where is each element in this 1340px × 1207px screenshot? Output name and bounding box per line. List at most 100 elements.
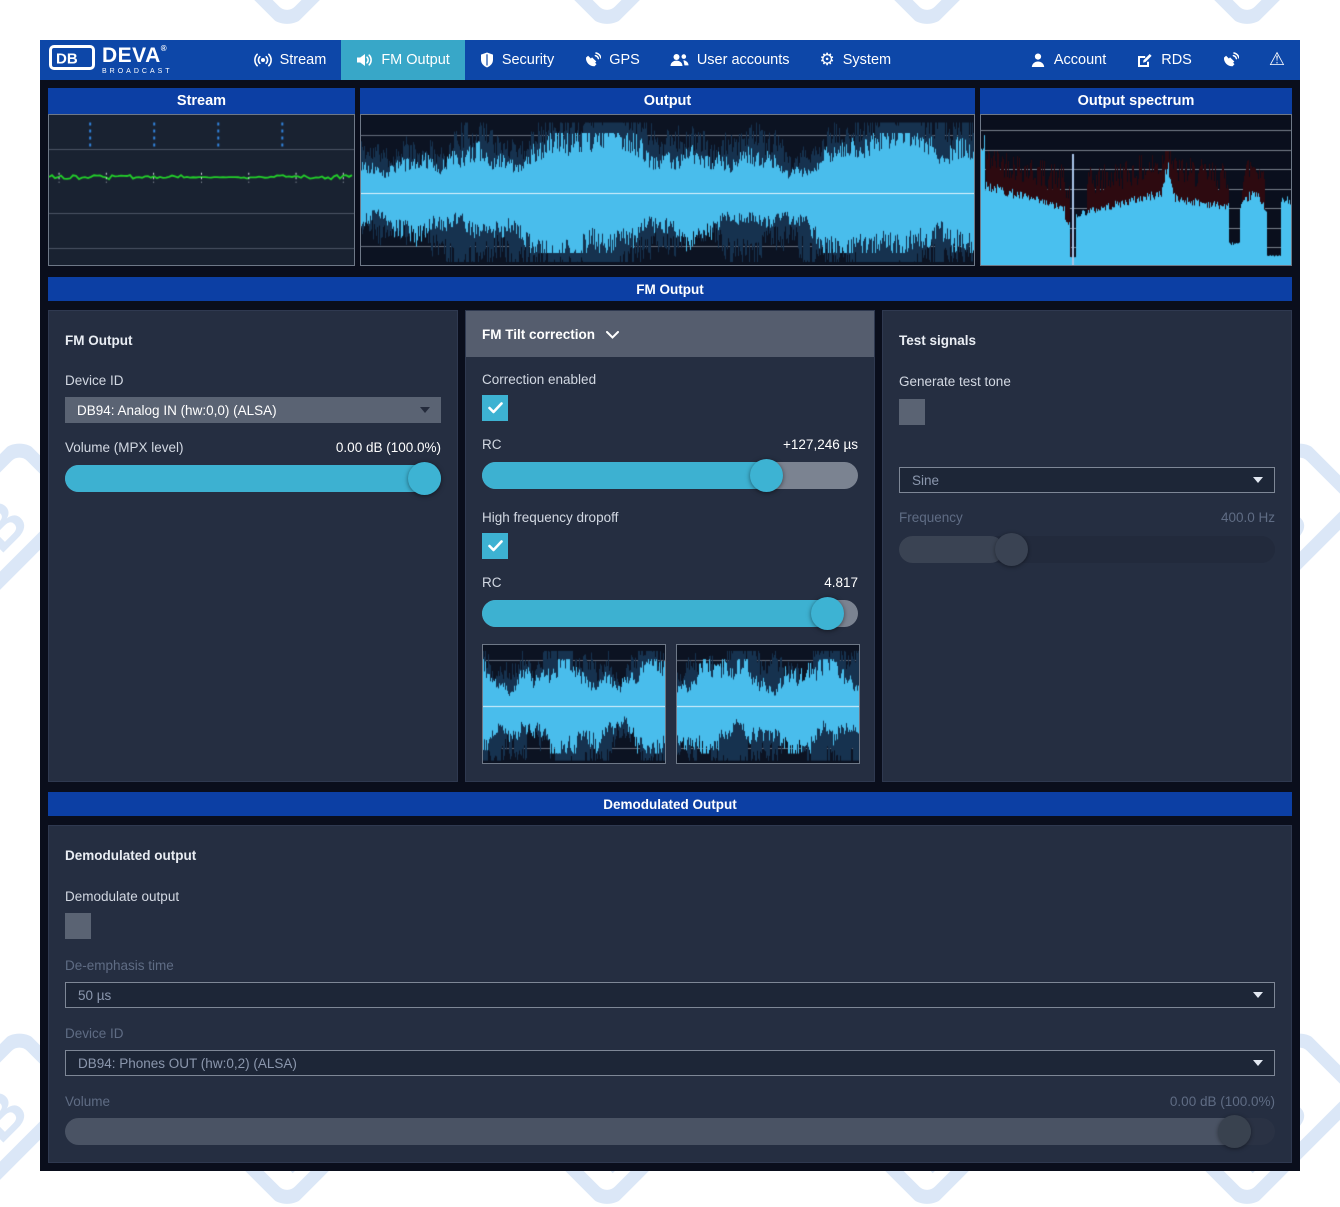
nav-item-user-accounts[interactable]: User accounts: [655, 40, 805, 80]
svg-text:DB: DB: [56, 51, 78, 68]
warning-icon: ⚠: [1268, 49, 1285, 70]
shield-icon: [480, 52, 494, 68]
chevron-down-icon: [420, 407, 430, 413]
nav-item-satellite[interactable]: [1207, 40, 1254, 80]
demod-volume-slider-fill: [65, 1118, 1251, 1145]
rc1-value: +127,246 µs: [783, 437, 858, 452]
broadcast-icon: [253, 52, 272, 68]
nav-item-stream[interactable]: Stream: [239, 40, 342, 80]
panel-title: Test signals: [899, 333, 977, 348]
spectrum-chart-canvas: [980, 114, 1292, 266]
nav-item-alerts[interactable]: ⚠: [1254, 40, 1300, 80]
waveform-value: Sine: [912, 472, 940, 488]
demodulate-output-label: Demodulate output: [65, 889, 180, 904]
demodulate-output-checkbox[interactable]: [65, 913, 91, 939]
tilt-preview-left-canvas: [482, 644, 666, 764]
demodulated-output-panel: Demodulated output Demodulate output De-…: [48, 825, 1292, 1163]
nav-item-fm-output[interactable]: FM Output: [341, 40, 465, 80]
panel-title: FM Output: [65, 333, 133, 348]
correction-enabled-checkbox[interactable]: [482, 395, 508, 421]
nav-item-label: RDS: [1161, 52, 1192, 68]
chevron-down-icon: [606, 327, 620, 342]
spectrum-chart-panel: Output spectrum: [980, 88, 1292, 266]
frequency-slider: [899, 533, 1275, 566]
frequency-slider-fill: [899, 536, 1005, 563]
rc1-slider-handle[interactable]: [749, 459, 783, 492]
rc2-value: 4.817: [824, 575, 858, 590]
edit-icon: [1136, 52, 1153, 68]
person-icon: [1030, 52, 1046, 68]
dropoff-checkbox[interactable]: [482, 533, 508, 559]
dropoff-label: High frequency dropoff: [482, 510, 619, 525]
deemphasis-label: De-emphasis time: [65, 958, 174, 973]
nav-item-gps[interactable]: GPS: [569, 40, 655, 80]
stream-chart-panel: Stream: [48, 88, 355, 266]
volume-label: Volume (MPX level): [65, 440, 184, 455]
nav-item-label: FM Output: [381, 52, 450, 68]
rc1-slider[interactable]: [482, 459, 858, 492]
demod-volume-value: 0.00 dB (100.0%): [1169, 1094, 1275, 1109]
output-chart-title: Output: [360, 88, 975, 114]
demod-volume-slider-handle: [1218, 1115, 1252, 1148]
fm-output-panels-row: FM Output Device ID DB94: Analog IN (hw:…: [48, 310, 1292, 782]
nav-item-label: Security: [501, 52, 555, 68]
fm-output-panel: FM Output Device ID DB94: Analog IN (hw:…: [48, 310, 458, 782]
nav-right: Account RDS ⚠: [1015, 40, 1300, 80]
section-bar-fm-output: FM Output: [48, 277, 1292, 301]
frequency-value: 400.0 Hz: [1220, 510, 1275, 525]
nav-item-account[interactable]: Account: [1015, 40, 1121, 80]
fm-tilt-correction-title: FM Tilt correction: [482, 326, 596, 342]
demod-volume-slider: [65, 1115, 1275, 1148]
speaker-icon: [356, 52, 373, 68]
rc1-label: RC: [482, 437, 502, 452]
correction-enabled-label: Correction enabled: [482, 372, 597, 387]
generate-test-tone-checkbox[interactable]: [899, 399, 925, 425]
volume-slider-fill: [65, 465, 441, 492]
nav-item-label: Account: [1053, 52, 1107, 68]
volume-slider-handle[interactable]: [408, 462, 441, 495]
brand-subtitle: BROADCAST: [102, 68, 173, 75]
rc2-slider-handle[interactable]: [811, 597, 845, 630]
satellite-dish-icon: [1222, 52, 1239, 68]
app-window: DB DEVA® BROADCAST Stream FM Output Secu…: [40, 40, 1300, 1171]
device-id-label: Device ID: [65, 373, 124, 388]
deemphasis-value: 50 µs: [78, 987, 112, 1003]
stream-chart-title: Stream: [48, 88, 355, 114]
waveform-select: Sine: [899, 467, 1275, 493]
output-chart-panel: Output: [360, 88, 975, 266]
chevron-down-icon: [1253, 992, 1263, 998]
demod-device-id-label: Device ID: [65, 1026, 124, 1041]
stream-chart-canvas: [48, 114, 355, 266]
brand-name: DEVA®: [102, 44, 168, 67]
nav-item-security[interactable]: Security: [465, 40, 569, 80]
fm-tilt-correction-header[interactable]: FM Tilt correction: [466, 311, 874, 357]
rc2-slider-fill: [482, 600, 843, 627]
nav-item-label: Stream: [279, 52, 327, 68]
nav-main: Stream FM Output Security GPS User accou…: [239, 40, 907, 80]
charts-row: Stream Output Output spectrum: [48, 88, 1292, 266]
tilt-preview-right-canvas: [676, 644, 860, 764]
demod-device-id-value: DB94: Phones OUT (hw:0,2) (ALSA): [78, 1055, 297, 1071]
chevron-down-icon: [1253, 477, 1263, 483]
brand-logo[interactable]: DB DEVA® BROADCAST: [40, 40, 183, 80]
rc1-slider-fill: [482, 462, 776, 489]
demod-volume-label: Volume: [65, 1094, 111, 1109]
satellite-dish-icon: [584, 52, 602, 68]
nav-item-rds[interactable]: RDS: [1121, 40, 1207, 80]
generate-test-tone-label: Generate test tone: [899, 374, 1011, 389]
volume-slider[interactable]: [65, 462, 441, 495]
users-icon: [670, 52, 689, 68]
demod-device-id-select: DB94: Phones OUT (hw:0,2) (ALSA): [65, 1050, 1275, 1076]
deemphasis-select: 50 µs: [65, 982, 1275, 1008]
navbar: DB DEVA® BROADCAST Stream FM Output Secu…: [40, 40, 1300, 80]
frequency-label: Frequency: [899, 510, 963, 525]
main-content: Stream Output Output spectrum FM Output …: [40, 80, 1300, 1171]
nav-item-system[interactable]: ⚙ System: [805, 40, 907, 80]
rc2-label: RC: [482, 575, 502, 590]
volume-value: 0.00 dB (100.0%): [335, 440, 441, 455]
panel-title: Demodulated output: [65, 848, 197, 863]
device-id-select[interactable]: DB94: Analog IN (hw:0,0) (ALSA): [65, 397, 441, 423]
nav-item-label: System: [842, 52, 892, 68]
chevron-down-icon: [1253, 1060, 1263, 1066]
rc2-slider[interactable]: [482, 597, 858, 630]
